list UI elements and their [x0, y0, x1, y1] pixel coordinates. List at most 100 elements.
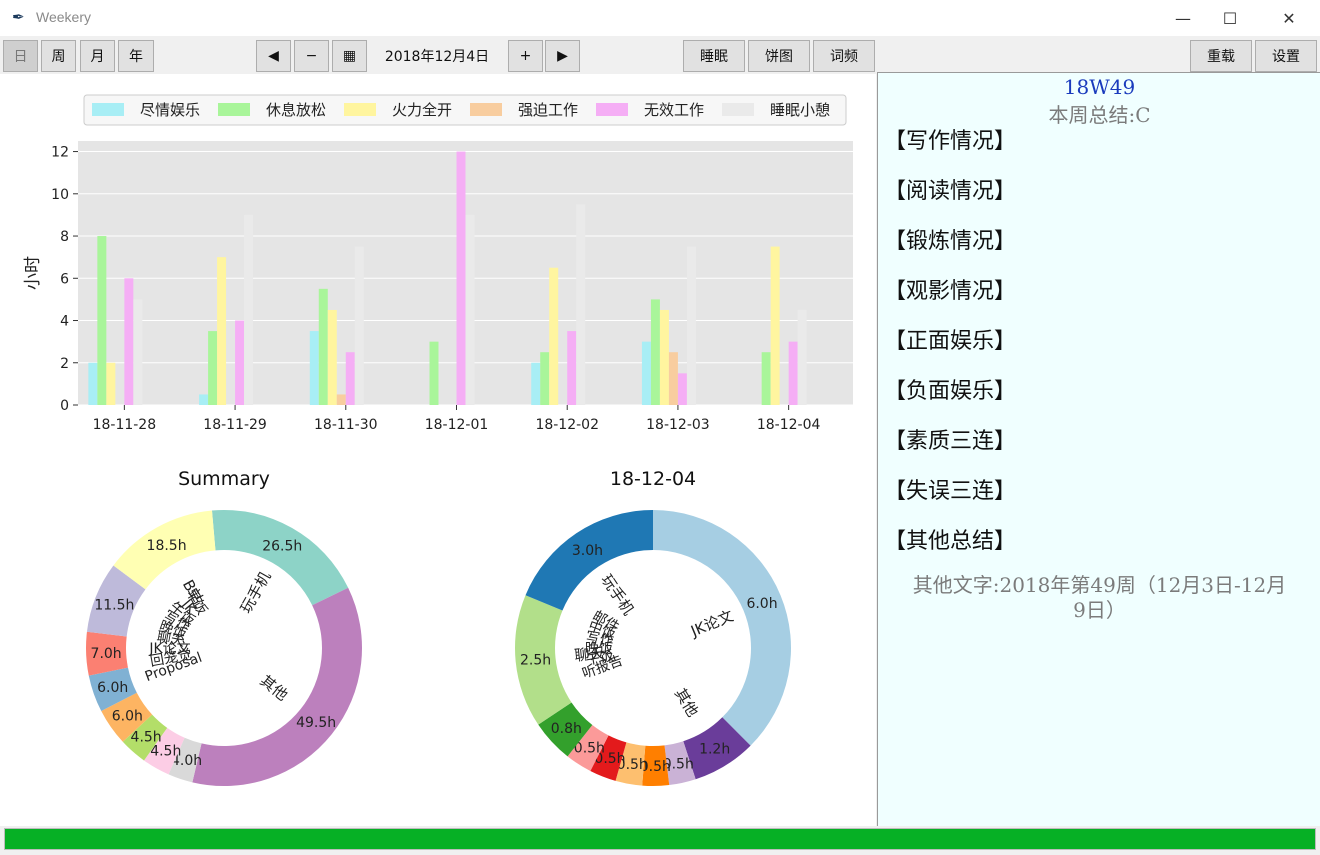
slice-value-label: 0.8h [551, 721, 582, 737]
section-other: 【其他总结】 [884, 529, 1017, 554]
bar [354, 246, 364, 405]
calendar-icon: ▦ [342, 48, 357, 64]
next-button[interactable]: ▶ [545, 40, 580, 72]
window-title: Weekery [36, 9, 91, 25]
y-tick-label: 6 [60, 271, 69, 287]
slice-value-label: 0.5h [574, 740, 605, 756]
donut-slice [525, 509, 653, 611]
bar [641, 341, 651, 405]
legend-label: 尽情娱乐 [140, 101, 200, 119]
y-tick-label: 12 [51, 145, 69, 161]
other-text-line-1: 其他文字:2018年第49周（12月3日-12月 [912, 573, 1287, 597]
bar [761, 352, 771, 405]
slice-value-label: 4.5h [150, 744, 181, 760]
word-frequency-button[interactable]: 词频 [813, 40, 875, 72]
section-exercise: 【锻炼情况】 [884, 229, 1017, 254]
minus-button[interactable]: − [294, 40, 329, 72]
legend-label: 休息放松 [266, 101, 326, 119]
slice-value-label: 7.0h [91, 646, 122, 662]
bar [235, 320, 245, 405]
slice-value-label: 6.0h [112, 709, 143, 725]
bar [770, 246, 780, 405]
bar [208, 331, 218, 405]
minimize-icon: — [1175, 8, 1191, 28]
slice-value-label: 49.5h [296, 715, 336, 731]
chart-title: Summary [178, 468, 270, 490]
bar [567, 331, 577, 405]
bar [244, 214, 254, 405]
section-negative-fun: 【负面娱乐】 [884, 379, 1017, 404]
bar [797, 309, 807, 405]
bar-chart: 0 2 4 6 8 10 12 18-11-28 18-11-29 18-11-30 18-12-0… [23, 94, 853, 433]
plus-button[interactable]: + [508, 40, 543, 72]
bar [668, 352, 678, 405]
donut-slice [211, 510, 349, 606]
view-year-button[interactable]: 年 [118, 40, 154, 72]
y-tick-label: 4 [60, 314, 69, 330]
y-tick-label: 2 [60, 356, 69, 372]
slice-value-label: 6.0h [97, 680, 128, 696]
maximize-button[interactable]: ☐ [1207, 0, 1253, 36]
legend-swatch [470, 103, 502, 116]
bar [106, 362, 116, 405]
slice-value-label: 2.5h [520, 653, 551, 669]
minimize-button[interactable]: — [1160, 0, 1206, 36]
summary-donut-chart: Summary26.5h玩手机49.5h其他4.0h4.5h4.5h6.0h6.… [85, 468, 362, 786]
bar [429, 341, 439, 405]
legend-label: 睡眠小憩 [770, 101, 830, 119]
section-movies: 【观影情况】 [884, 279, 1017, 304]
bar [345, 352, 355, 405]
close-button[interactable]: ✕ [1266, 0, 1312, 36]
view-week-button[interactable]: 周 [41, 40, 76, 72]
sleep-button[interactable]: 睡眠 [683, 40, 745, 72]
x-tick-label: 18-12-01 [425, 417, 489, 433]
legend-swatch [218, 103, 250, 116]
close-icon: ✕ [1282, 8, 1296, 28]
x-tick-label: 18-11-28 [93, 417, 157, 433]
slice-name-label: JK论文 [687, 607, 736, 641]
slice-value-label: 18.5h [147, 538, 187, 554]
other-text-line-2: 9日） [1073, 598, 1126, 622]
slice-value-label: 4.5h [131, 730, 162, 746]
x-tick-label: 18-11-30 [314, 417, 378, 433]
slice-value-label: 3.0h [572, 543, 603, 559]
maximize-icon: ☐ [1222, 8, 1238, 28]
bar [336, 394, 346, 405]
y-tick-label: 0 [60, 398, 69, 414]
legend-swatch [92, 103, 124, 116]
reload-button[interactable]: 重载 [1190, 40, 1252, 72]
bar [327, 309, 337, 405]
slice-value-label: 11.5h [94, 597, 134, 613]
bar [686, 246, 696, 405]
pie-chart-button[interactable]: 饼图 [748, 40, 810, 72]
bar [549, 267, 559, 405]
slice-name-label: 玩手机 [237, 568, 275, 616]
bar [650, 299, 660, 405]
bar [97, 236, 107, 405]
view-day-button[interactable]: 日 [3, 40, 38, 72]
feather-icon: ✒ [12, 8, 25, 26]
summary-panel[interactable]: 18W49 本周总结:C 【写作情况】 【阅读情况】 【锻炼情况】 【观影情况】… [877, 72, 1320, 826]
settings-button[interactable]: 设置 [1255, 40, 1317, 72]
bar [531, 362, 541, 405]
week-id: 18W49 [1063, 75, 1136, 99]
previous-button[interactable]: ◀ [256, 40, 291, 72]
current-date: 2018年12月4日 [367, 40, 507, 72]
x-tick-label: 18-12-02 [535, 417, 599, 433]
view-month-button[interactable]: 月 [80, 40, 115, 72]
bar [309, 331, 319, 405]
x-tick-label: 18-12-04 [757, 417, 821, 433]
section-writing: 【写作情况】 [884, 129, 1017, 154]
bar [540, 352, 550, 405]
bar [456, 151, 466, 405]
app-window: ✒ Weekery — ☐ ✕ 日 周 月 年 ◀ − ▦ 2018年12月4日… [0, 0, 1320, 855]
plus-icon: + [519, 48, 532, 64]
section-positive-fun: 【正面娱乐】 [884, 329, 1017, 354]
slice-value-label: 6.0h [746, 596, 777, 612]
bar [217, 257, 227, 405]
section-reading: 【阅读情况】 [884, 179, 1017, 204]
calendar-button[interactable]: ▦ [332, 40, 367, 72]
progress-bar [4, 828, 1316, 850]
bar [199, 394, 209, 405]
bar [88, 362, 98, 405]
